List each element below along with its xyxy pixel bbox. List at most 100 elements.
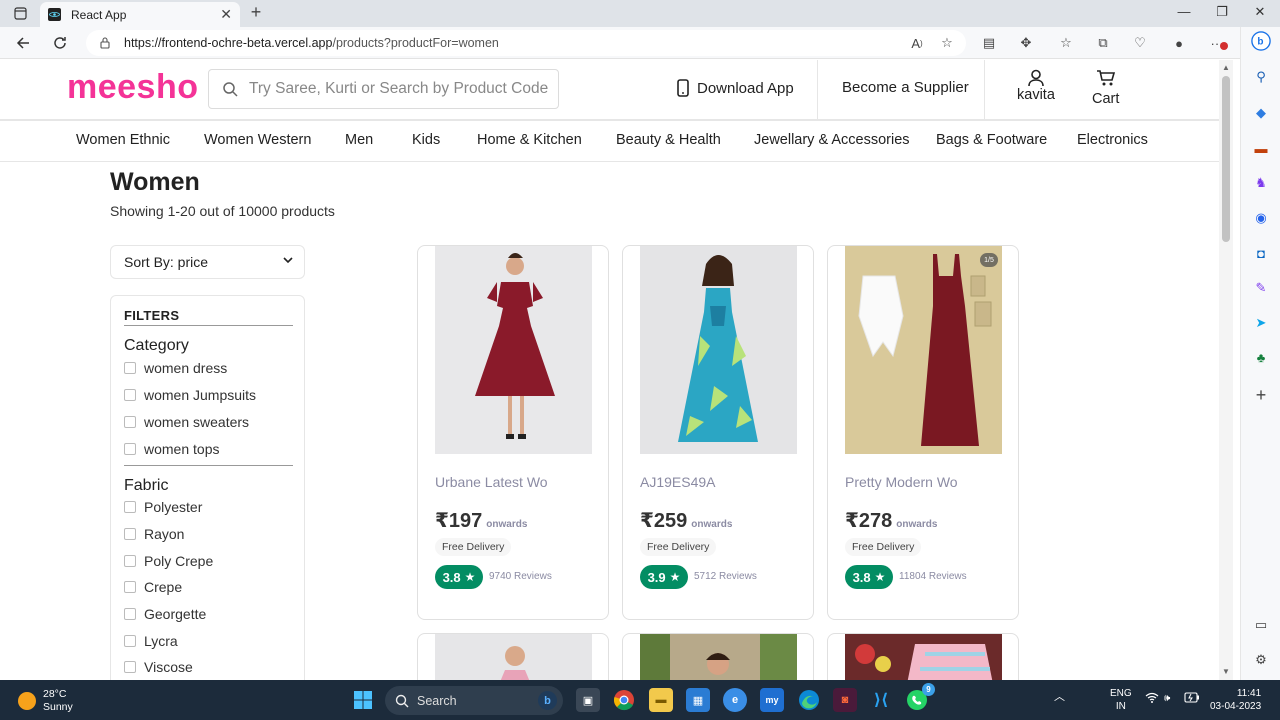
file-explorer-icon[interactable]: ▬ [649,688,673,712]
shopping-tag-icon[interactable]: ◆ [1251,103,1271,123]
nav-home-kitchen[interactable]: Home & Kitchen [477,132,582,148]
more-menu-icon[interactable]: ··· [1208,34,1228,52]
search-input[interactable]: Try Saree, Kurti or Search by Product Co… [208,69,559,109]
nav-kids[interactable]: Kids [412,132,440,148]
filter-women-tops[interactable]: women tops [124,441,219,457]
whatsapp-icon[interactable]: 9 [905,683,935,712]
checkbox[interactable] [124,362,136,374]
meesho-logo[interactable]: meesho [67,68,199,107]
favorites-icon[interactable]: ☆ [1057,34,1075,52]
scroll-thumb[interactable] [1222,76,1230,242]
checkbox[interactable] [124,416,136,428]
product-card[interactable] [622,633,814,680]
product-image[interactable]: 1/5 [845,246,1002,454]
profile-button[interactable]: kavita [1017,69,1055,103]
system-clock[interactable]: 11:41 03-04-2023 [1210,687,1261,713]
minimize-button[interactable]: — [1174,4,1194,19]
designer-icon[interactable]: ✎ [1251,278,1271,298]
checkbox[interactable] [124,661,136,673]
product-card[interactable]: AJ19ES49A ₹259 onwards Free Delivery 3.9 ★… [622,245,814,620]
sort-dropdown[interactable]: Sort By: price [110,245,305,279]
checkbox[interactable] [124,608,136,620]
chrome-icon[interactable] [612,688,636,712]
edge-browser-icon[interactable] [797,688,821,712]
extensions-icon[interactable]: ✥ [1017,34,1035,52]
profile-icon[interactable]: ● [1170,34,1188,52]
new-tab-button[interactable]: + [246,2,266,24]
scroll-down-arrow-icon[interactable]: ▼ [1221,667,1231,676]
language-indicator[interactable]: ENG IN [1110,687,1132,713]
close-window-button[interactable]: ✕ [1250,4,1270,20]
read-aloud-icon[interactable]: A) [908,34,926,52]
taskbar-search[interactable]: Search b [385,686,563,715]
product-image[interactable] [640,246,797,454]
filter-women-sweaters[interactable]: women sweaters [124,414,249,430]
show-hidden-icons[interactable]: ︿ [1054,691,1065,704]
settings-gear-icon[interactable]: ⚙ [1251,650,1271,670]
filter-women-dress[interactable]: women dress [124,360,227,376]
filter-poly-crepe[interactable]: Poly Crepe [124,553,213,569]
back-button[interactable] [12,32,34,54]
vscode-icon[interactable]: ⟩⟨ [869,688,893,712]
browser-tab[interactable]: React App ✕ [40,2,240,27]
split-screen-icon[interactable]: ▤ [980,34,998,52]
url-field[interactable]: https://frontend-ochre-beta.vercel.app/p… [86,30,966,56]
favorite-star-icon[interactable]: ☆ [938,34,956,52]
checkbox[interactable] [124,528,136,540]
filter-viscose[interactable]: Viscose [124,659,193,675]
product-card[interactable] [417,633,609,680]
weather-widget[interactable]: 28°C Sunny [18,688,73,714]
product-card[interactable] [827,633,1019,680]
page-scrollbar[interactable]: ▲ ▼ [1219,60,1233,680]
close-tab-icon[interactable]: ✕ [220,6,232,23]
refresh-button[interactable] [49,32,71,54]
nav-jewellary-accessories[interactable]: Jewellary & Accessories [754,132,910,148]
browser-essentials-icon[interactable]: ♡ [1131,34,1149,52]
cart-button[interactable]: Cart [1092,69,1119,107]
filter-rayon[interactable]: Rayon [124,526,184,542]
nav-men[interactable]: Men [345,132,373,148]
nav-beauty-health[interactable]: Beauty & Health [616,132,721,148]
sidebar-toggle-icon[interactable]: ▭ [1251,615,1271,635]
wifi-icon[interactable] [1145,692,1159,707]
product-card[interactable]: Urbane Latest Wo ₹197 onwards Free Delive… [417,245,609,620]
add-sidebar-icon[interactable]: + [1251,385,1271,405]
filter-lycra[interactable]: Lycra [124,633,178,649]
product-image[interactable] [435,634,592,680]
task-view-icon[interactable]: ▣ [576,688,600,712]
nav-bags-footware[interactable]: Bags & Footware [936,132,1047,148]
microsoft-store-icon[interactable]: ▦ [686,688,710,712]
checkbox[interactable] [124,581,136,593]
become-supplier-link[interactable]: Become a Supplier [842,79,969,96]
maximize-button[interactable]: ❐ [1212,4,1232,20]
product-image[interactable] [640,634,797,680]
edge-dev-icon[interactable]: e [723,688,747,712]
checkbox[interactable] [124,635,136,647]
product-card[interactable]: 1/5 Pretty Modern Wo ₹278 onwards Free De… [827,245,1019,620]
games-icon[interactable]: ♞ [1251,173,1271,193]
filter-georgette[interactable]: Georgette [124,606,206,622]
volume-icon[interactable]: 🕪 [1164,692,1170,705]
checkbox[interactable] [124,501,136,513]
filter-women-jumpsuits[interactable]: women Jumpsuits [124,387,256,403]
nav-women-western[interactable]: Women Western [204,132,311,148]
filter-polyester[interactable]: Polyester [124,499,202,515]
mysql-workbench-icon[interactable]: my [760,688,784,712]
scroll-up-arrow-icon[interactable]: ▲ [1221,63,1231,72]
search-icon[interactable]: ⚲ [1251,67,1271,87]
send-icon[interactable]: ➤ [1251,313,1271,333]
battery-icon[interactable] [1184,692,1200,707]
checkbox[interactable] [124,389,136,401]
product-image[interactable] [435,246,592,454]
checkbox[interactable] [124,443,136,455]
tab-actions-icon[interactable] [9,3,31,23]
tools-icon[interactable]: ▬ [1251,138,1271,158]
checkbox[interactable] [124,555,136,567]
bing-chat-icon[interactable]: b [1251,31,1271,51]
windows-start-icon[interactable] [351,688,375,712]
outlook-icon[interactable]: ◘ [1251,243,1271,263]
filter-crepe[interactable]: Crepe [124,579,182,595]
collections-icon[interactable]: ⧉ [1094,34,1112,52]
microsoft365-icon[interactable]: ◉ [1251,208,1271,228]
download-app-link[interactable]: Download App [677,79,794,97]
